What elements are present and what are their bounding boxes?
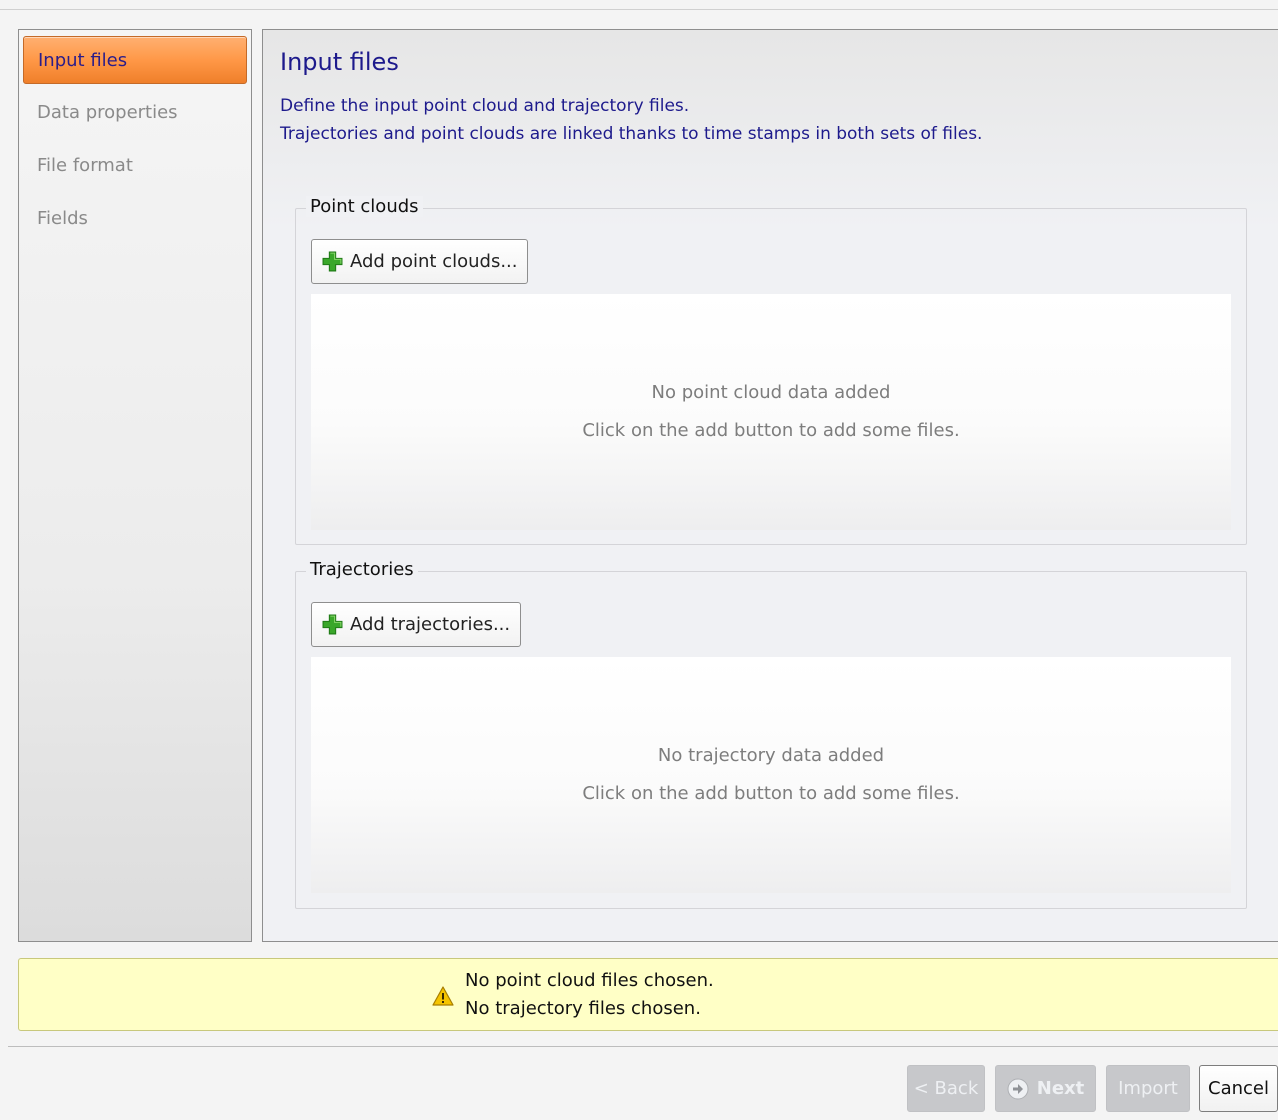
next-button-label: Next bbox=[1036, 1078, 1085, 1099]
description-line-1: Define the input point cloud and traject… bbox=[280, 96, 690, 116]
bottom-divider bbox=[8, 1046, 1278, 1047]
back-button-label: < Back bbox=[913, 1078, 979, 1099]
point-clouds-group: Point clouds Add point clouds... No poin… bbox=[295, 196, 1247, 545]
warning-line-2: No trajectory files chosen. bbox=[465, 998, 701, 1019]
sidebar-item-label: Input files bbox=[38, 50, 128, 71]
add-trajectories-label: Add trajectories... bbox=[350, 614, 511, 635]
plus-icon bbox=[322, 614, 343, 635]
sidebar-item-label: Data properties bbox=[37, 102, 178, 123]
arrow-right-circle-icon bbox=[1007, 1078, 1029, 1099]
sidebar-item-label: Fields bbox=[37, 208, 88, 229]
add-point-clouds-button[interactable]: Add point clouds... bbox=[311, 239, 529, 284]
plus-icon bbox=[322, 251, 343, 272]
trajectories-group: Trajectories Add trajectories... No traj… bbox=[295, 559, 1247, 909]
trajectories-list[interactable]: No trajectory data added Click on the ad… bbox=[311, 657, 1231, 893]
page-title: Input files bbox=[280, 48, 399, 76]
import-button[interactable]: Import bbox=[1106, 1065, 1190, 1112]
back-button[interactable]: < Back bbox=[907, 1065, 985, 1112]
add-trajectories-button[interactable]: Add trajectories... bbox=[311, 602, 522, 647]
sidebar-item-fields[interactable]: Fields bbox=[23, 195, 247, 243]
trajectories-empty-hint: Click on the add button to add some file… bbox=[582, 783, 960, 804]
warning-line-1: No point cloud files chosen. bbox=[465, 970, 714, 991]
next-button[interactable]: Next bbox=[995, 1065, 1096, 1112]
cancel-button-label: Cancel bbox=[1208, 1078, 1269, 1099]
point-clouds-list[interactable]: No point cloud data added Click on the a… bbox=[311, 294, 1231, 530]
wizard-sidebar: Input files Data properties File format … bbox=[18, 29, 252, 942]
point-clouds-empty-title: No point cloud data added bbox=[651, 382, 891, 403]
cancel-button[interactable]: Cancel bbox=[1199, 1065, 1278, 1112]
sidebar-item-data-properties[interactable]: Data properties bbox=[23, 89, 247, 137]
point-clouds-empty-hint: Click on the add button to add some file… bbox=[582, 420, 960, 441]
sidebar-item-label: File format bbox=[37, 155, 133, 176]
description-line-2: Trajectories and point clouds are linked… bbox=[280, 124, 983, 144]
main-panel: Input files Define the input point cloud… bbox=[262, 29, 1278, 942]
trajectories-group-title: Trajectories bbox=[306, 559, 418, 580]
add-point-clouds-label: Add point clouds... bbox=[350, 251, 518, 272]
point-clouds-group-title: Point clouds bbox=[306, 196, 423, 217]
sidebar-item-input-files[interactable]: Input files bbox=[23, 36, 247, 84]
import-button-label: Import bbox=[1118, 1078, 1178, 1099]
trajectories-empty-title: No trajectory data added bbox=[657, 745, 885, 766]
top-divider bbox=[0, 9, 1278, 10]
warning-banner: No point cloud files chosen. No trajecto… bbox=[18, 958, 1278, 1031]
warning-icon bbox=[432, 986, 454, 1006]
sidebar-item-file-format[interactable]: File format bbox=[23, 142, 247, 190]
